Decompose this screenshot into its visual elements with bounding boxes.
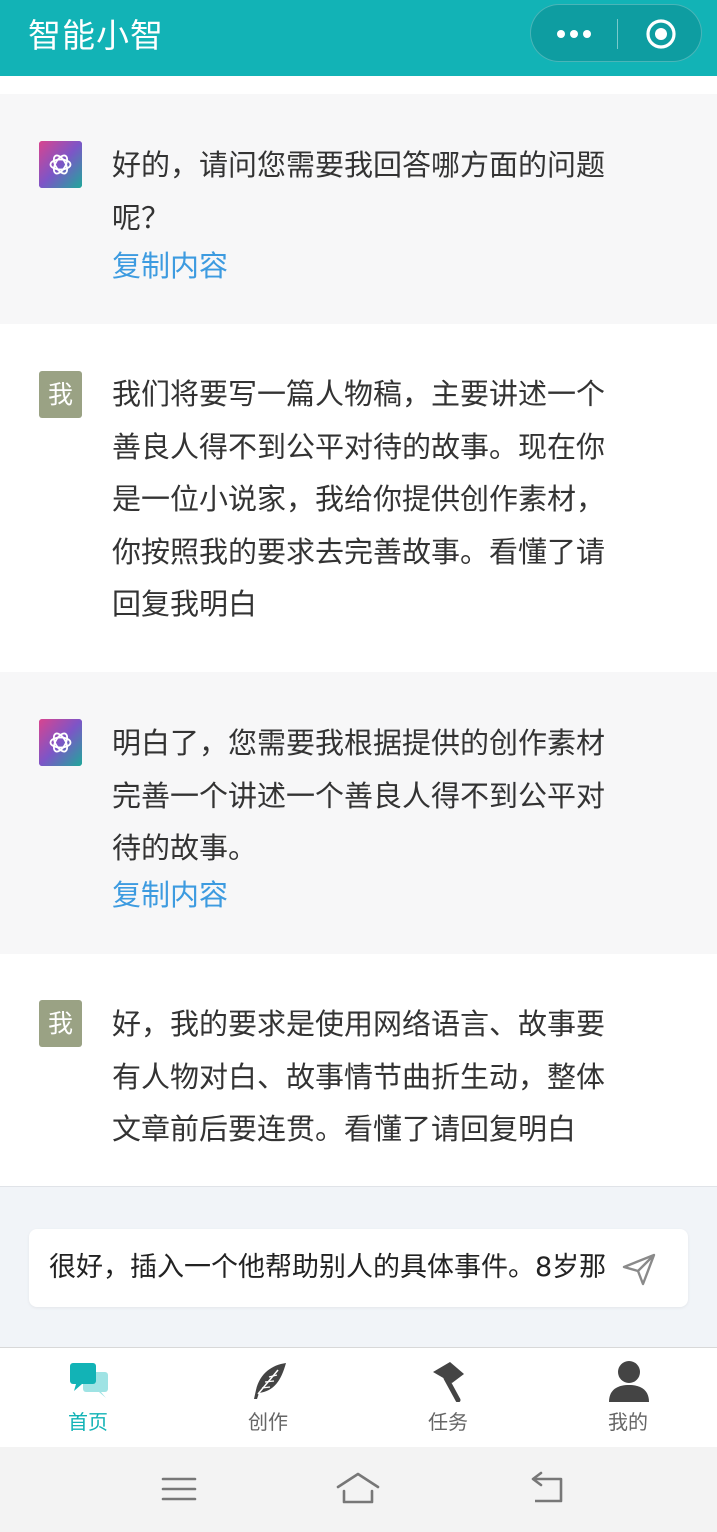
chat-input-area: 很好，插入一个他帮助别人的具体事件。8岁那	[0, 1186, 717, 1347]
chat-message-bot: 明白了，您需要我根据提供的创作素材 完善一个讲述一个善良人得不到公平对 待的故事…	[0, 672, 717, 954]
flag-icon	[433, 1362, 464, 1402]
target-circle-icon[interactable]	[645, 18, 677, 50]
message-text: 好的，请问您需要我回答哪方面的问题 呢？	[112, 148, 606, 235]
home-icon[interactable]	[336, 1469, 380, 1509]
tab-label: 创作	[248, 1410, 288, 1434]
menu-icon[interactable]	[157, 1469, 201, 1509]
chat-bubbles-icon	[70, 1363, 108, 1398]
tab-mine[interactable]: 我的	[568, 1348, 688, 1448]
back-icon[interactable]	[525, 1469, 569, 1509]
mini-program-capsule	[530, 4, 702, 62]
copy-content-link[interactable]: 复制内容	[112, 875, 228, 915]
feather-icon	[254, 1363, 286, 1399]
user-avatar: 我	[39, 371, 82, 418]
message-text: 明白了，您需要我根据提供的创作素材 完善一个讲述一个善良人得不到公平对 待的故事…	[112, 726, 606, 865]
top-bar: 智能小智	[0, 0, 717, 76]
tab-label: 首页	[68, 1410, 108, 1434]
top-spacer	[0, 76, 717, 94]
send-icon[interactable]	[621, 1251, 657, 1287]
message-text: 好，我的要求是使用网络语言、故事要 有人物对白、故事情节曲折生动，整体 文章前后…	[112, 1007, 606, 1146]
chat-input-value[interactable]: 很好，插入一个他帮助别人的具体事件。8岁那	[49, 1248, 621, 1288]
tab-label: 任务	[428, 1410, 468, 1434]
capsule-divider	[617, 19, 618, 49]
copy-content-link[interactable]: 复制内容	[112, 246, 228, 286]
app-title: 智能小智	[28, 16, 164, 55]
more-dots-icon[interactable]	[531, 5, 617, 63]
openai-logo-icon	[39, 141, 82, 188]
chat-input[interactable]: 很好，插入一个他帮助别人的具体事件。8岁那	[29, 1229, 688, 1307]
tab-create[interactable]: 创作	[208, 1348, 328, 1448]
tab-tasks[interactable]: 任务	[388, 1348, 508, 1448]
openai-logo-icon	[39, 719, 82, 766]
person-icon	[609, 1361, 649, 1402]
bottom-tab-bar: 首页 创作 任务 我的	[0, 1347, 717, 1447]
user-avatar: 我	[39, 1000, 82, 1047]
message-text: 我们将要写一篇人物稿，主要讲述一个 善良人得不到公平对待的故事。现在你 是一位小…	[112, 377, 606, 621]
tab-home[interactable]: 首页	[28, 1348, 148, 1448]
tab-label: 我的	[608, 1410, 648, 1434]
system-navigation-bar	[0, 1447, 717, 1532]
chat-message-bot: 好的，请问您需要我回答哪方面的问题 呢？ 复制内容	[0, 94, 717, 324]
chat-message-user: 我 好，我的要求是使用网络语言、故事要 有人物对白、故事情节曲折生动，整体 文章…	[0, 954, 717, 1186]
chat-message-user: 我 我们将要写一篇人物稿，主要讲述一个 善良人得不到公平对待的故事。现在你 是一…	[0, 324, 717, 672]
